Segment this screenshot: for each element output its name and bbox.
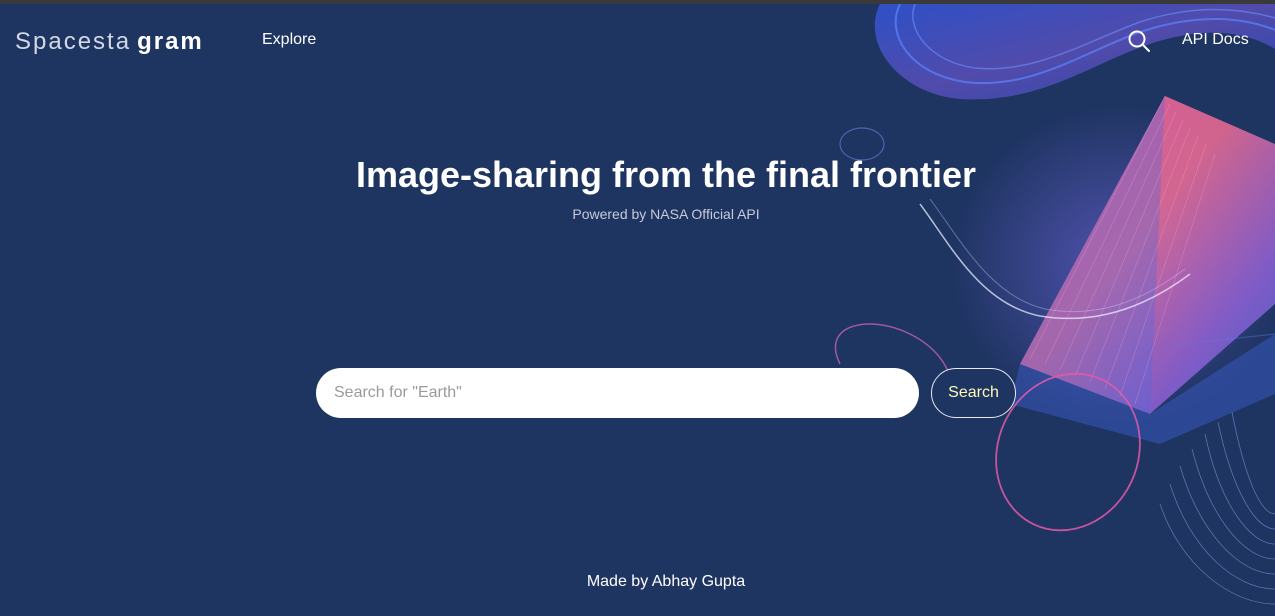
site-logo[interactable]: Spacesta gram bbox=[15, 28, 204, 56]
page: Spacesta gram Explore API Docs Image-shar… bbox=[0, 4, 1275, 616]
search-input[interactable] bbox=[332, 383, 903, 403]
search-icon[interactable] bbox=[1127, 29, 1151, 53]
search-button[interactable]: Search bbox=[931, 368, 1016, 418]
nav-link-explore[interactable]: Explore bbox=[262, 31, 316, 49]
decorative-background-art bbox=[834, 4, 1275, 605]
footer-credit: Made by Abhay Gupta bbox=[586, 573, 746, 590]
hero-subtitle: Powered by NASA Official API bbox=[572, 206, 760, 222]
logo-text-bold: gram bbox=[137, 28, 204, 55]
hero-title: Image-sharing from the final frontier bbox=[355, 154, 977, 195]
search-field[interactable] bbox=[316, 368, 919, 418]
logo-text-light: Spacesta bbox=[15, 28, 132, 55]
nav-link-api-docs[interactable]: API Docs bbox=[1182, 31, 1249, 49]
